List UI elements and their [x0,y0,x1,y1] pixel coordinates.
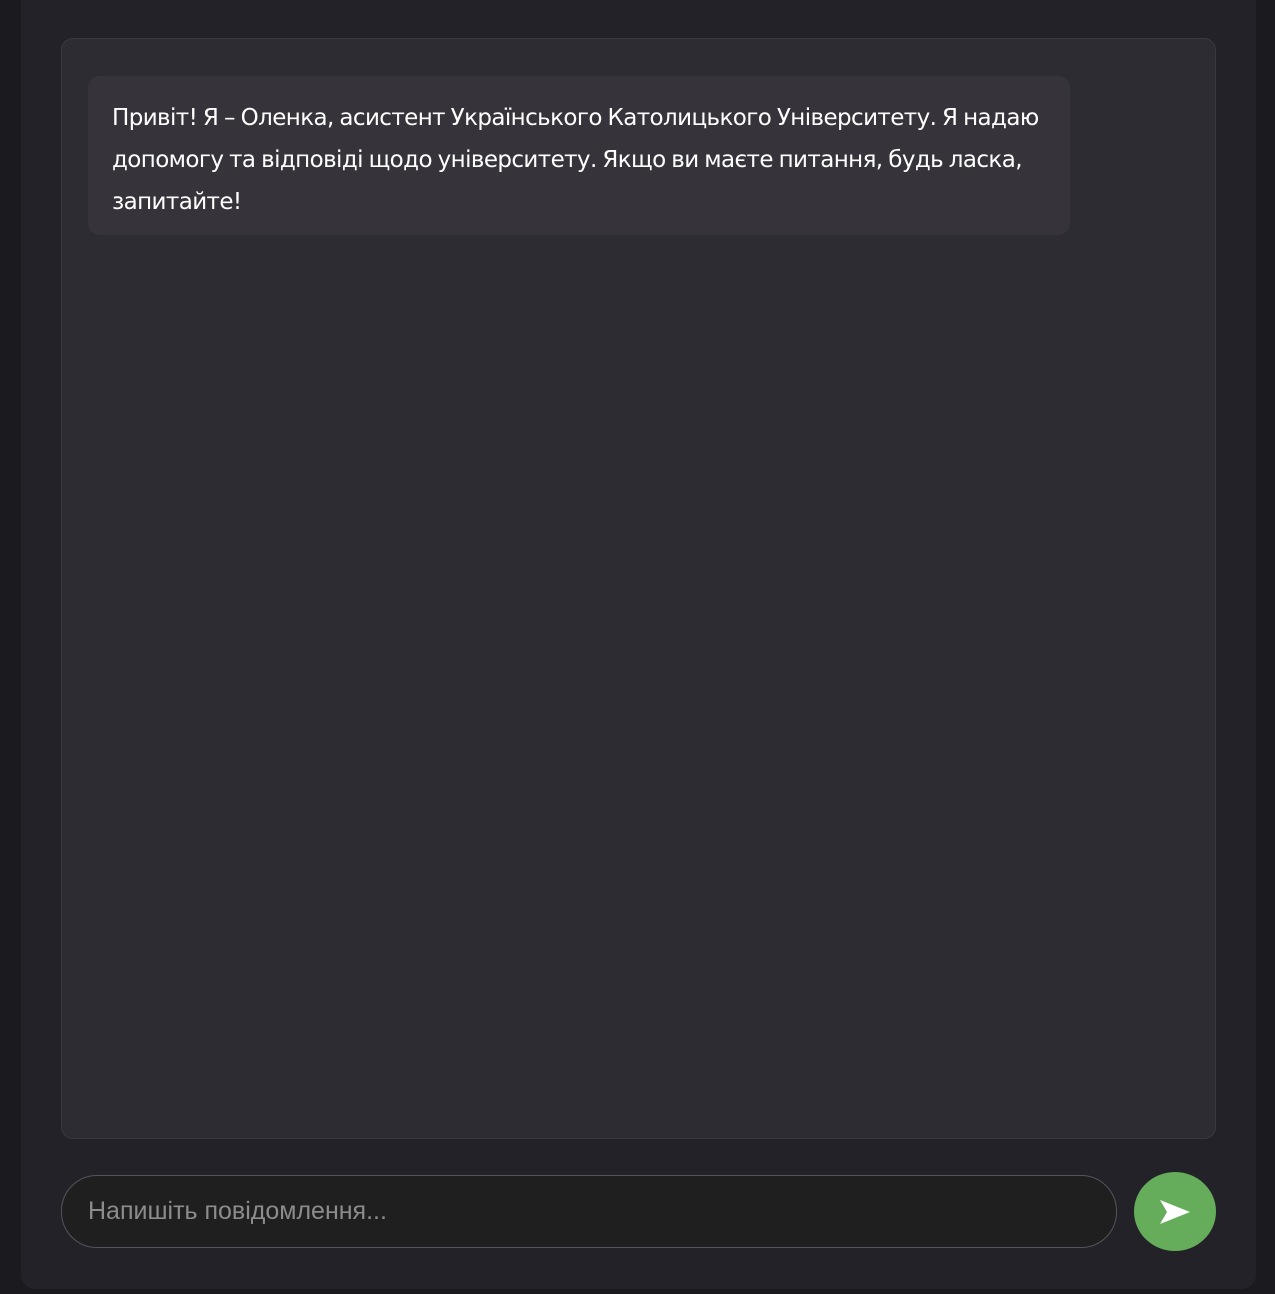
send-arrow-icon [1159,1199,1191,1225]
send-button[interactable] [1134,1172,1216,1251]
assistant-message-text: Привіт! Я – Оленка, асистент Українськог… [112,105,1039,215]
chat-messages-area[interactable]: Привіт! Я – Оленка, асистент Українськог… [61,38,1216,1139]
assistant-message-bubble: Привіт! Я – Оленка, асистент Українськог… [88,76,1070,235]
chat-app-panel: Привіт! Я – Оленка, асистент Українськог… [21,0,1256,1289]
message-input[interactable] [61,1175,1117,1248]
